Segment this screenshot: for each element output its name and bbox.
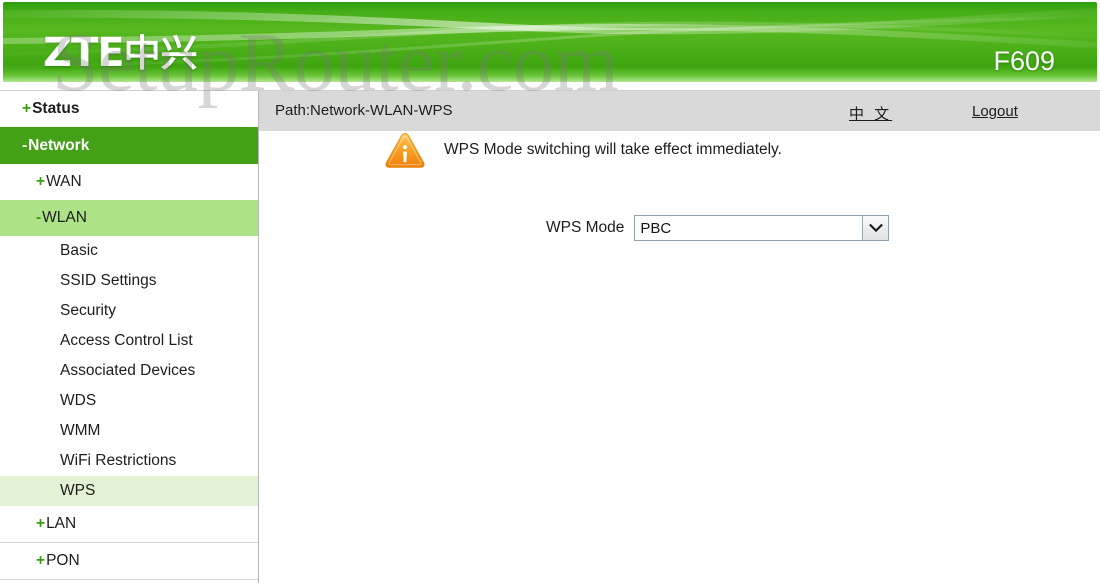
logout-link[interactable]: Logout: [972, 103, 1018, 120]
router-model-label: F609: [993, 46, 1055, 76]
sidebar-item-wan[interactable]: +WAN: [0, 164, 258, 200]
minus-icon: -: [36, 209, 42, 226]
plus-icon: +: [36, 552, 46, 569]
sidebar-item-ssid-settings[interactable]: SSID Settings: [0, 266, 258, 296]
minus-icon: -: [22, 137, 28, 154]
sidebar-navigation: +Status -Network +WAN -WLAN Basic SSID S…: [0, 90, 259, 583]
sidebar-item-label: WMM: [60, 422, 101, 439]
sidebar-item-security[interactable]: Security: [0, 296, 258, 326]
sidebar-item-associated-devices[interactable]: Associated Devices: [0, 356, 258, 386]
zte-logo: ZTE中兴: [43, 23, 198, 77]
sidebar-item-label: Network: [28, 137, 90, 154]
sidebar-item-pon[interactable]: +PON: [0, 543, 258, 579]
sidebar-item-lan[interactable]: +LAN: [0, 506, 258, 542]
sidebar-item-label: Status: [32, 100, 80, 117]
sidebar-item-label: Access Control List: [60, 332, 193, 349]
wps-mode-row: WPS Mode PBC: [546, 215, 890, 241]
sidebar-item-basic[interactable]: Basic: [0, 236, 258, 266]
plus-icon: +: [22, 100, 32, 117]
notice-banner: WPS Mode switching will take effect imme…: [384, 131, 782, 169]
sidebar-item-wmm[interactable]: WMM: [0, 416, 258, 446]
sidebar-item-label: Associated Devices: [60, 362, 196, 379]
path-bar: Path:Network-WLAN-WPS 中 文 Logout: [259, 91, 1100, 131]
sidebar-item-label: PON: [46, 552, 80, 569]
brand-banner: ZTE中兴 F609: [3, 2, 1097, 82]
wps-mode-label: WPS Mode: [546, 219, 625, 236]
page-header: ZTE中兴 F609: [0, 0, 1100, 90]
page-body: +Status -Network +WAN -WLAN Basic SSID S…: [0, 90, 1100, 583]
sidebar-item-label: SSID Settings: [60, 272, 157, 289]
plus-icon: +: [36, 173, 46, 190]
sidebar-item-wps[interactable]: WPS: [0, 476, 258, 506]
sidebar-item-label: WiFi Restrictions: [60, 452, 177, 469]
chevron-down-icon[interactable]: [862, 216, 889, 240]
sidebar-item-label: WDS: [60, 392, 97, 409]
sidebar-item-label: Basic: [60, 242, 98, 259]
logo-text-latin: ZTE: [43, 30, 125, 76]
notice-message: WPS Mode switching will take effect imme…: [444, 141, 782, 158]
breadcrumb: Path:Network-WLAN-WPS: [275, 102, 453, 119]
sidebar-item-status[interactable]: +Status: [0, 91, 258, 127]
sidebar-item-label: WAN: [46, 173, 82, 190]
main-content: Path:Network-WLAN-WPS 中 文 Logout WPS Mod…: [259, 90, 1100, 583]
sidebar-item-wifi-restrictions[interactable]: WiFi Restrictions: [0, 446, 258, 476]
sidebar-item-label: WPS: [60, 482, 96, 499]
language-switch-link[interactable]: 中 文: [849, 103, 892, 124]
plus-icon: +: [36, 515, 46, 532]
wps-mode-select[interactable]: PBC: [634, 215, 890, 241]
sidebar-divider: [0, 579, 258, 580]
sidebar-item-label: Security: [60, 302, 116, 319]
logo-text-chinese: 中兴: [123, 32, 198, 75]
sidebar-item-network[interactable]: -Network: [0, 127, 258, 164]
sidebar-item-access-control-list[interactable]: Access Control List: [0, 326, 258, 356]
sidebar-item-wds[interactable]: WDS: [0, 386, 258, 416]
sidebar-item-label: LAN: [46, 515, 77, 532]
wps-mode-selected-value: PBC: [640, 219, 672, 237]
warning-triangle-icon: [384, 131, 426, 169]
sidebar-item-label: WLAN: [42, 209, 87, 226]
sidebar-item-wlan[interactable]: -WLAN: [0, 200, 258, 236]
